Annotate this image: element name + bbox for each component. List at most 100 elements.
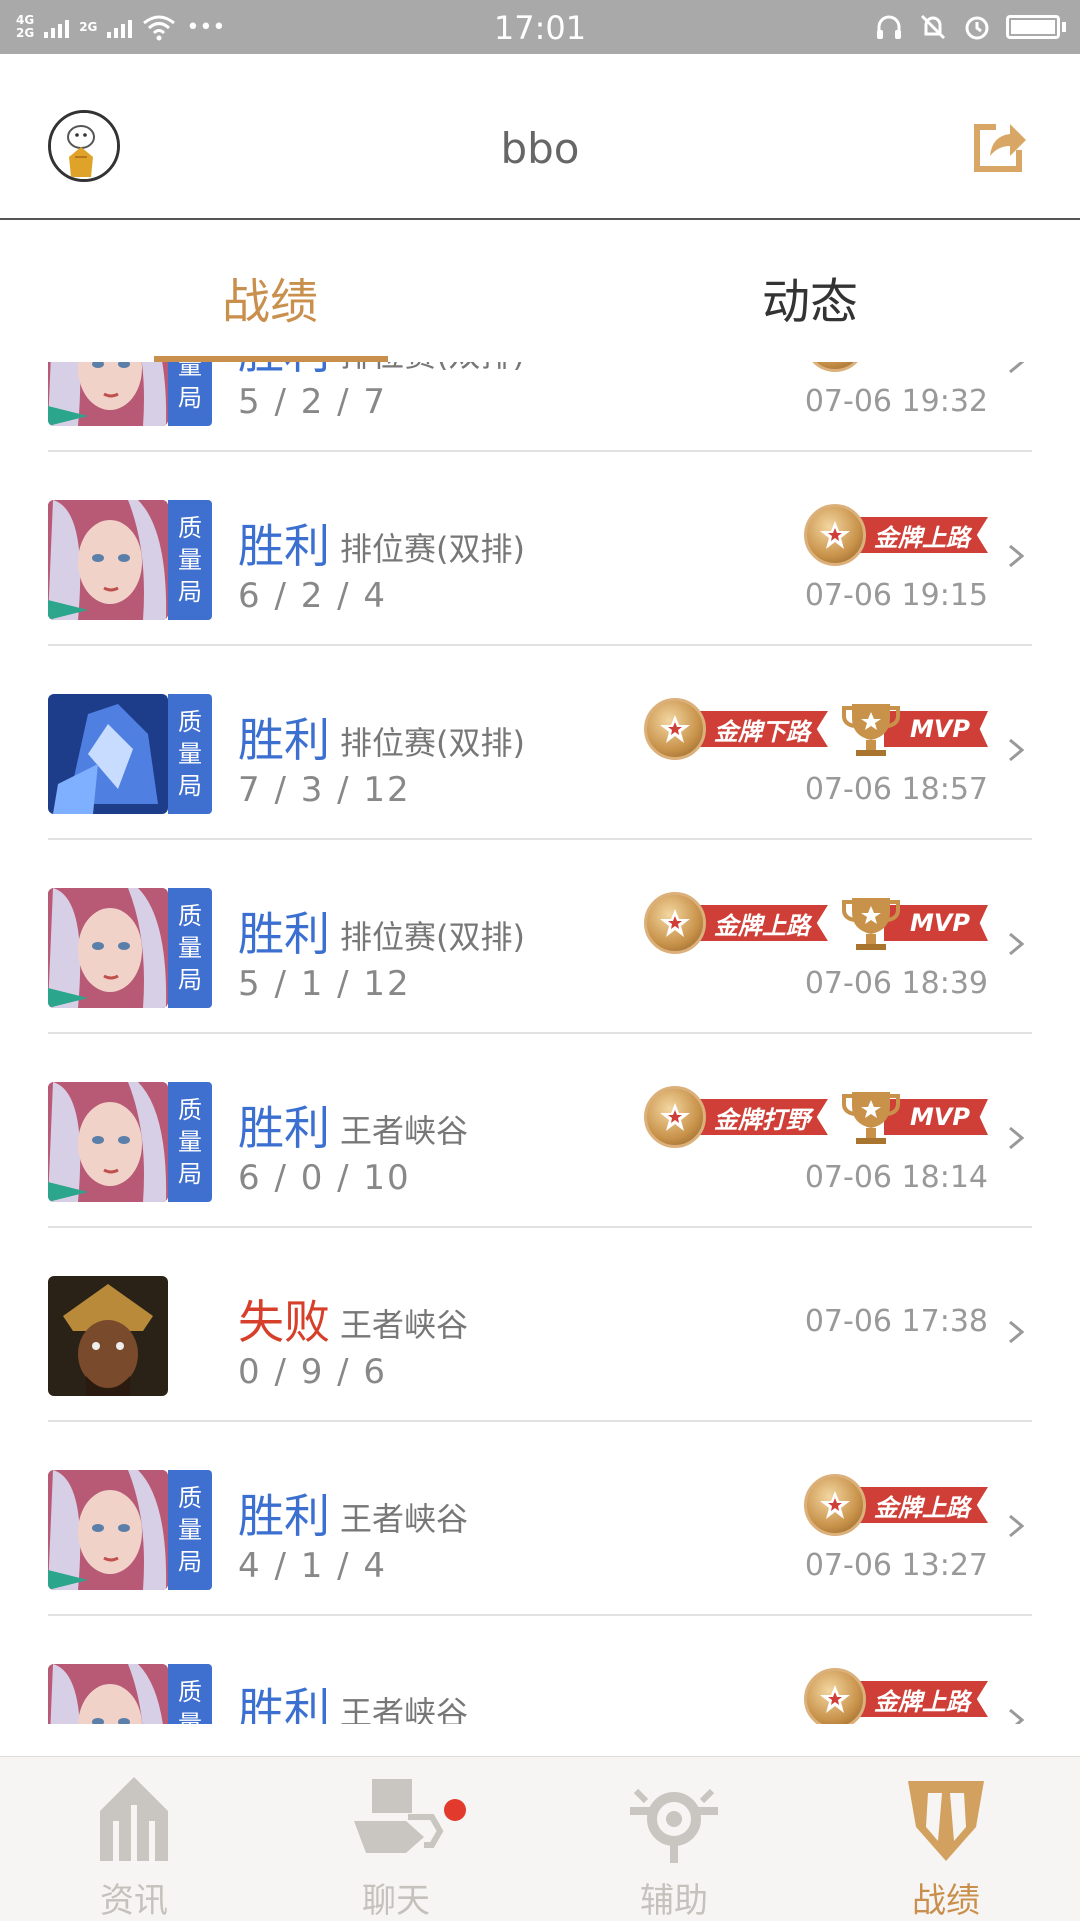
alarm-icon [965,16,989,40]
quality-char: 质 [178,1096,202,1124]
chevron-right-icon [1004,932,1028,956]
quality-match-badge: 质量局 [168,362,212,426]
headphones-icon [877,15,901,39]
star-medal-icon [643,1086,706,1148]
match-kda: 7 / 3 / 12 [238,770,411,810]
medal-label: 金牌上路 [687,905,828,941]
match-result: 失败 [238,1295,330,1349]
match-list[interactable]: 质量局胜利排位赛(双排)5 / 2 / 707-06 19:32金牌上路质量局胜… [0,362,1080,1724]
chevron-right-icon [1004,1126,1028,1150]
nav-item-news[interactable]: 资讯 [34,1771,234,1921]
chevron-right-icon [1004,1708,1028,1724]
match-row[interactable]: 质量局胜利 排位赛(双排) 5 / 1 / 12 07-06 18:39 金牌上路 MVP [0,840,1080,1034]
star-medal-icon [643,698,706,760]
quality-match-badge: 质量局 [168,500,212,620]
match-kda: 0 / 9 / 6 [238,1352,388,1392]
nav-label-assist: 辅助 [640,1881,708,1921]
match-result: 胜利 [238,519,330,573]
match-result: 胜利 [238,1683,330,1724]
gold-medal-badge: 金牌上路 [804,1474,988,1536]
quality-match-badge: 质量局 [168,1470,212,1590]
nav-item-chat[interactable]: 聊天 [296,1771,496,1921]
quality-char: 局 [178,578,202,606]
match-mode: 排位赛(双排) [340,530,525,568]
gold-medal-badge: 金牌上路 [804,1668,988,1724]
quality-char: 质 [178,514,202,542]
match-mode: 王者峡谷 [340,1500,469,1538]
match-row[interactable]: 质量局胜利 排位赛(双排) 6 / 2 / 4 07-06 19:15 金牌上路 [0,452,1080,646]
honor-badges: 金牌上路 [804,1470,988,1540]
mvp-badge: MVP [840,698,988,760]
status-right [874,10,1066,44]
gold-medal-badge: 金牌上路 [804,504,988,566]
quality-match-badge: 质量局 [168,694,212,814]
medal-label: 金牌上路 [848,1487,988,1523]
match-result: 胜利 [238,907,330,961]
medal-label: 金牌上路 [848,517,988,553]
nav-label-chat: 聊天 [362,1881,430,1921]
nav-item-records[interactable]: 战绩 [846,1771,1046,1921]
match-kda: 5 / 2 / 7 [238,382,388,422]
chevron-right-icon [1004,738,1028,762]
match-mode: 王者峡谷 [340,1306,469,1344]
news-icon [100,1777,168,1861]
chevron-right-icon [1004,1514,1028,1538]
mute-bell-icon [920,14,946,40]
quality-char: 质 [178,708,202,736]
hero-portrait [48,1470,168,1590]
match-time: 07-06 17:38 [804,1304,988,1339]
match-kda: 6 / 0 / 10 [238,1158,411,1198]
star-medal-icon [804,1668,866,1724]
nav-label-records: 战绩 [912,1881,980,1921]
match-row[interactable]: 质量局胜利 王者峡谷 6 / 0 / 10 07-06 18:14 金牌打野 MVP [0,1034,1080,1228]
hero-portrait [48,1082,168,1202]
quality-char: 量 [178,546,202,574]
honor-badges: 金牌上路 [804,362,988,376]
quality-match-badge: 质量局 [168,888,212,1008]
mvp-badge: MVP [840,892,988,954]
tab-records[interactable]: 战绩 [0,262,540,332]
nav-label-news: 资讯 [100,1881,168,1921]
quality-char: 局 [178,384,202,412]
assist-icon [630,1788,718,1863]
match-kda: 6 / 2 / 4 [238,576,388,616]
quality-char: 局 [178,772,202,800]
medal-label: 金牌下路 [687,711,828,747]
star-medal-icon [804,504,866,566]
match-time: 07-06 18:39 [804,966,988,1001]
match-mode: 王者峡谷 [340,1112,469,1150]
nav-item-assist[interactable]: 辅助 [574,1771,774,1921]
quality-char: 局 [178,1548,202,1576]
match-list-content: 质量局胜利排位赛(双排)5 / 2 / 707-06 19:32金牌上路质量局胜… [0,362,1080,1724]
chevron-right-icon [1004,544,1028,568]
match-kda: 5 / 1 / 12 [238,964,411,1004]
quality-char: 局 [178,1160,202,1188]
honor-badges: 金牌下路 MVP [643,694,988,764]
quality-char: 量 [178,1710,202,1724]
match-row[interactable]: 质量局胜利 排位赛(双排) 7 / 3 / 12 07-06 18:57 金牌下路 MVP [0,646,1080,840]
medal-label: 金牌上路 [848,1681,988,1717]
battery-icon [1006,15,1060,39]
hero-portrait [48,1664,168,1724]
match-time: 07-06 18:57 [804,772,988,807]
medal-label: 金牌打野 [687,1099,828,1135]
quality-char: 量 [178,1128,202,1156]
battery-tip [1062,22,1066,32]
mvp-badge: MVP [840,1086,988,1148]
quality-char: 质 [178,1678,202,1706]
hero-portrait [48,888,168,1008]
page-title: bbo [500,124,580,173]
match-row[interactable]: 质量局胜利 王者峡谷 4 / 1 / 4 07-06 13:27 金牌上路 [0,1422,1080,1616]
gold-medal-badge: 金牌上路 [643,892,828,954]
match-row[interactable]: 质量局 胜利排位赛(双排) 5 / 2 / 7 07-06 19:32 金牌上路 [0,362,1080,452]
match-result: 胜利 [238,362,330,382]
quality-char: 量 [178,740,202,768]
tab-feed[interactable]: 动态 [540,262,1080,332]
honor-badges: 金牌上路 [804,1664,988,1724]
match-row[interactable]: 失败 王者峡谷 0 / 9 / 6 07-06 17:38 [0,1228,1080,1422]
hero-portrait [48,362,168,426]
share-icon[interactable] [970,116,1028,174]
match-row[interactable]: 质量局胜利王者峡谷 金牌上路 [0,1616,1080,1724]
gold-medal-badge: 金牌打野 [643,1086,828,1148]
status-bar: 4G 2G 2G ••• 17:01 [0,0,1080,54]
